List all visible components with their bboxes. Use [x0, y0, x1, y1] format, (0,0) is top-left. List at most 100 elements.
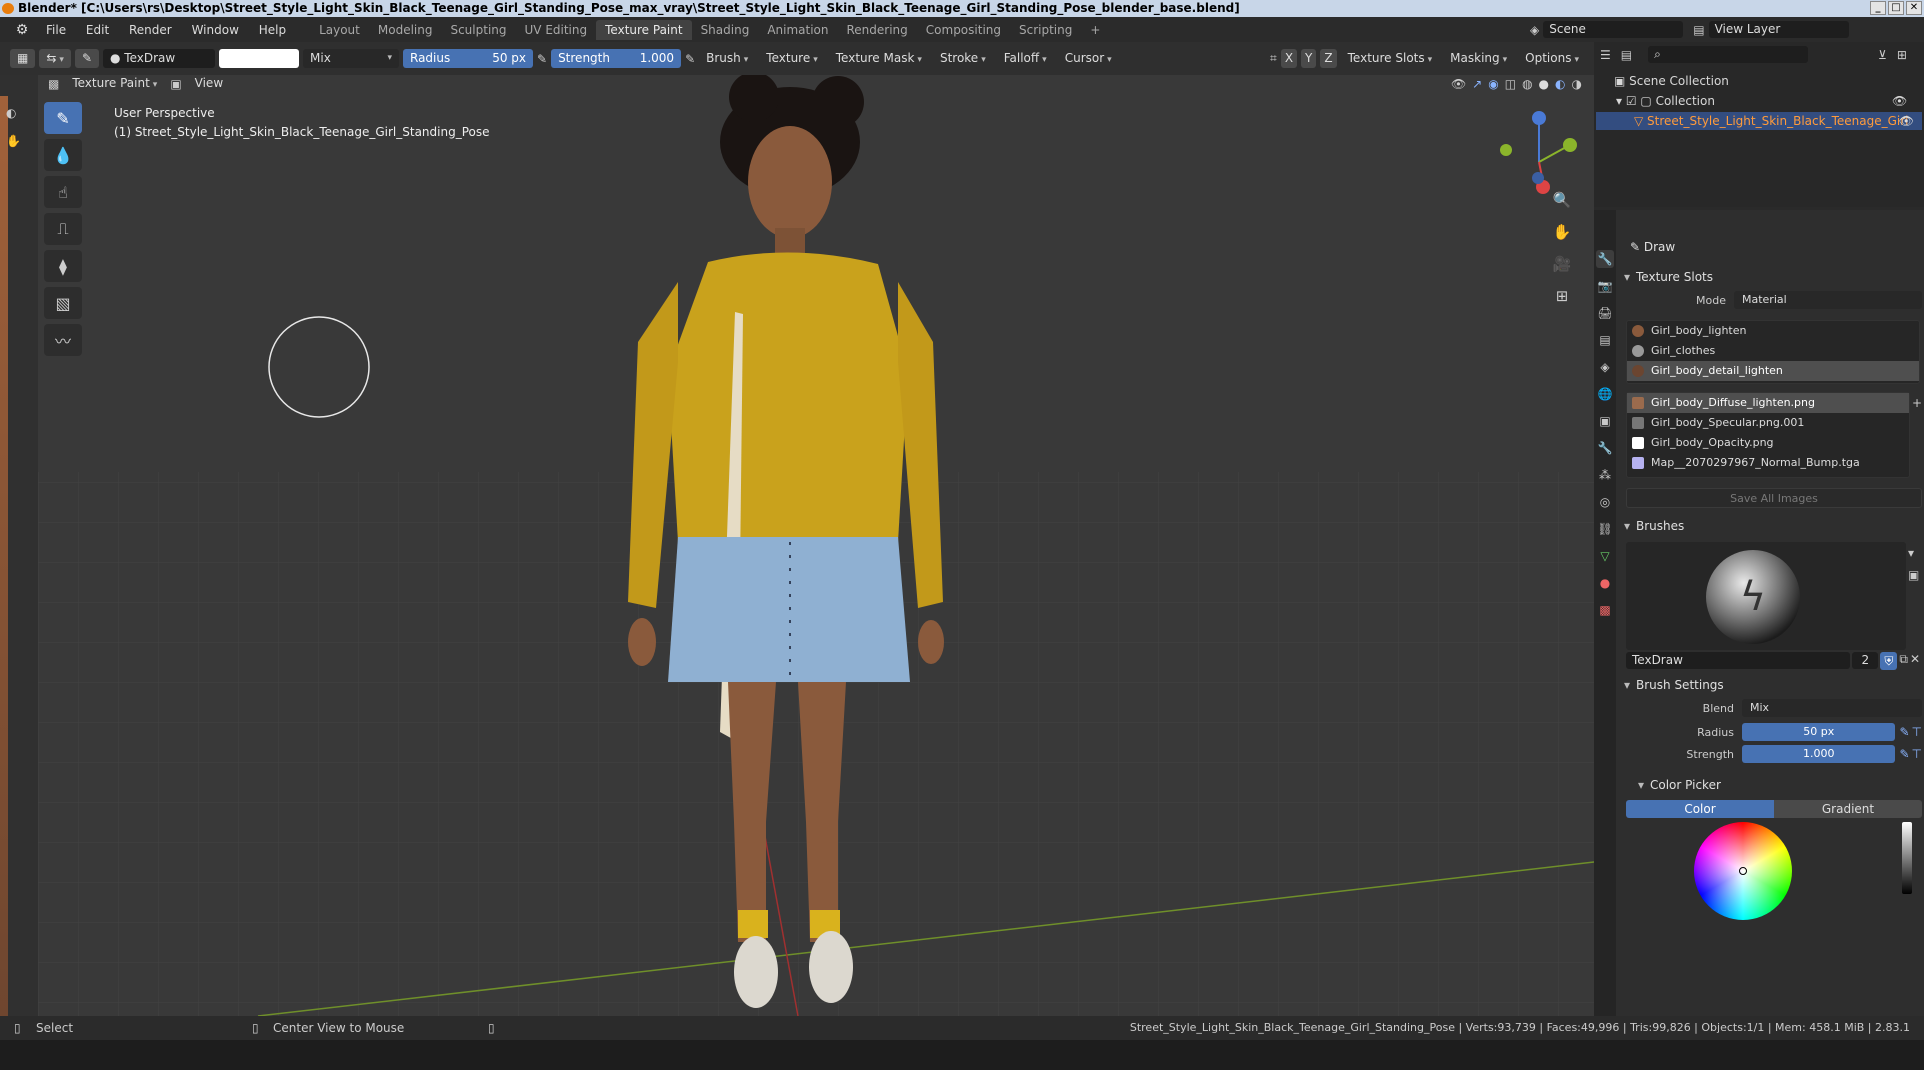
menu-help[interactable]: Help: [251, 23, 294, 37]
object-tab-icon[interactable]: ▣: [1596, 412, 1614, 430]
radius-prop-slider[interactable]: 50 px: [1742, 723, 1896, 741]
view-layer-tab-icon[interactable]: ▤: [1596, 331, 1614, 349]
scene-tab-icon[interactable]: ◈: [1596, 358, 1614, 376]
annotate-tool-icon[interactable]: 〰: [44, 324, 82, 356]
outliner-search-field[interactable]: ⌕: [1648, 46, 1809, 63]
strength-pressure-icon[interactable]: ✎: [685, 52, 695, 66]
radius-slider[interactable]: Radius 50 px: [403, 49, 533, 68]
object-visibility-icon[interactable]: 👁: [1899, 112, 1914, 130]
menu-edit[interactable]: Edit: [78, 23, 117, 37]
image-slot-item[interactable]: Girl_body_Diffuse_lighten.png: [1627, 393, 1909, 413]
collection-row[interactable]: ▾ ☑ ▢ Collection 👁: [1616, 92, 1907, 110]
fill-tool-icon[interactable]: ⧫: [44, 250, 82, 282]
texture-mask-menu[interactable]: Texture Mask ▾: [829, 49, 929, 68]
brush-users-count[interactable]: 2: [1852, 652, 1879, 669]
texture-slots-panel-header[interactable]: Texture Slots: [1622, 266, 1713, 288]
soften-tool-icon[interactable]: 💧: [44, 139, 82, 171]
tab-texture-paint[interactable]: Texture Paint: [596, 19, 692, 40]
mirror-y-toggle[interactable]: Y: [1301, 49, 1317, 68]
brush-name-field[interactable]: ● TexDraw: [103, 49, 215, 68]
pan-icon[interactable]: ✋: [1550, 220, 1574, 244]
view-toggle-icon[interactable]: ◐: [6, 106, 21, 120]
tab-rendering[interactable]: Rendering: [838, 20, 917, 40]
duplicate-brush-icon[interactable]: ⧉: [1899, 652, 1908, 670]
new-collection-icon[interactable]: ⊞: [1897, 48, 1907, 62]
color-wheel[interactable]: [1694, 822, 1792, 920]
brush-settings-panel-header[interactable]: Brush Settings: [1622, 674, 1724, 696]
overlay-toggle-icon[interactable]: ◉: [1488, 77, 1498, 91]
view-layer-field[interactable]: View Layer: [1708, 21, 1849, 38]
menu-file[interactable]: File: [38, 23, 74, 37]
brush-list-dropdown-icon[interactable]: ▾: [1908, 546, 1919, 560]
constraints-tab-icon[interactable]: ⛓: [1596, 520, 1614, 538]
blend-value[interactable]: Mix: [1742, 699, 1922, 717]
cursor-menu[interactable]: Cursor ▾: [1058, 49, 1119, 68]
render-tab-icon[interactable]: 📷: [1596, 277, 1614, 295]
radius-pressure-icon[interactable]: ✎: [537, 52, 547, 66]
brush-menu[interactable]: Brush ▾: [699, 49, 755, 68]
mirror-icon[interactable]: ⌗: [1270, 51, 1277, 66]
close-button[interactable]: ✕: [1906, 1, 1922, 15]
filter-icon[interactable]: ⊻: [1878, 48, 1887, 62]
tab-shading[interactable]: Shading: [692, 20, 759, 40]
mirror-z-toggle[interactable]: Z: [1320, 49, 1337, 68]
menu-render[interactable]: Render: [121, 23, 180, 37]
outliner-display-icon[interactable]: ▤: [1621, 48, 1632, 62]
shading-material-icon[interactable]: ◐: [1555, 77, 1565, 91]
material-slot-item[interactable]: Girl_body_lighten: [1627, 321, 1919, 341]
strength-unit-icon[interactable]: ⊤: [1912, 747, 1922, 761]
brushes-panel-header[interactable]: Brushes: [1622, 515, 1684, 537]
visibility-icon[interactable]: 👁: [1451, 77, 1466, 91]
color-swatch[interactable]: [219, 49, 299, 68]
blend-dropdown[interactable]: Mix ▾: [303, 49, 399, 68]
material-slot-item[interactable]: Girl_clothes: [1627, 341, 1919, 361]
stroke-menu[interactable]: Stroke ▾: [933, 49, 993, 68]
editor-type-icon[interactable]: ▦: [10, 49, 36, 68]
fake-user-shield-icon[interactable]: ⛨: [1880, 652, 1898, 670]
maximize-button[interactable]: □: [1888, 1, 1904, 15]
particles-tab-icon[interactable]: ⁂: [1596, 466, 1614, 484]
smear-tool-icon[interactable]: ☝: [44, 176, 82, 208]
blender-menu-icon[interactable]: ⚙: [12, 20, 32, 40]
mirror-x-toggle[interactable]: X: [1280, 49, 1298, 68]
image-slot-item[interactable]: Girl_body_Opacity.png: [1627, 433, 1909, 453]
gizmo-toggle-icon[interactable]: ↗: [1472, 77, 1482, 91]
texture-menu[interactable]: Texture ▾: [759, 49, 824, 68]
physics-tab-icon[interactable]: ◎: [1596, 493, 1614, 511]
save-all-images-button[interactable]: Save All Images: [1626, 488, 1922, 508]
strength-pressure-toggle-icon[interactable]: ✎: [1899, 747, 1909, 761]
ortho-toggle-icon[interactable]: ⊞: [1550, 284, 1574, 308]
outliner-editor-icon[interactable]: ☰: [1600, 48, 1611, 62]
texture-slots-menu[interactable]: Texture Slots ▾: [1341, 49, 1440, 68]
view-menu[interactable]: View: [188, 74, 230, 93]
tab-modeling[interactable]: Modeling: [369, 20, 442, 40]
value-slider[interactable]: [1902, 822, 1912, 894]
radius-unit-icon[interactable]: ⊤: [1912, 725, 1922, 739]
strength-slider[interactable]: Strength 1.000: [551, 49, 682, 68]
world-tab-icon[interactable]: 🌐: [1596, 385, 1614, 403]
zoom-icon[interactable]: 🔍: [1550, 188, 1574, 212]
tab-scripting[interactable]: Scripting: [1010, 20, 1081, 40]
camera-view-icon[interactable]: 🎥: [1550, 252, 1574, 276]
brush-preview-box[interactable]: ϟ: [1626, 542, 1906, 650]
mode-dropdown-value[interactable]: Material: [1734, 291, 1922, 309]
data-tab-icon[interactable]: ▽: [1596, 547, 1614, 565]
mode-select-icon[interactable]: ⇆ ▾: [39, 49, 71, 68]
minimize-button[interactable]: _: [1870, 1, 1886, 15]
strength-prop-slider[interactable]: 1.000: [1742, 745, 1896, 763]
clone-tool-icon[interactable]: ⎍: [44, 213, 82, 245]
menu-window[interactable]: Window: [184, 23, 247, 37]
scene-field[interactable]: Scene: [1543, 21, 1684, 38]
image-slot-item[interactable]: Girl_body_Specular.png.001: [1627, 413, 1909, 433]
mask-toggle-icon[interactable]: ▣: [170, 77, 181, 91]
tool-tab-icon[interactable]: 🔧: [1596, 250, 1614, 268]
image-slot-item[interactable]: Map__2070297967_Normal_Bump.tga: [1627, 453, 1909, 473]
tab-layout[interactable]: Layout: [310, 20, 369, 40]
shading-rendered-icon[interactable]: ◑: [1572, 77, 1582, 91]
scene-collection-row[interactable]: ▣ Scene Collection: [1614, 72, 1729, 90]
color-tab[interactable]: Color: [1626, 800, 1774, 818]
shading-solid-icon[interactable]: ●: [1539, 77, 1549, 91]
brush-image-icon[interactable]: ▣: [1908, 568, 1919, 582]
add-image-icon[interactable]: +: [1912, 396, 1922, 410]
tab-uv-editing[interactable]: UV Editing: [516, 20, 597, 40]
